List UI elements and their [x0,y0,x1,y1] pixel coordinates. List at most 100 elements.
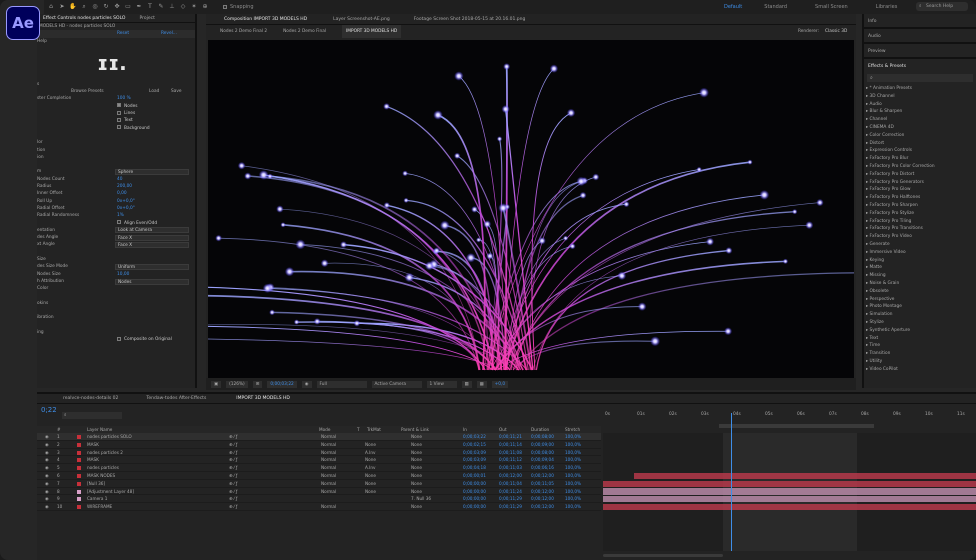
snapping-checkbox[interactable]: Snapping [223,4,254,10]
layer-trk[interactable]: None [365,488,376,496]
breadcrumb-3[interactable]: IMPORT 3D MODELS HD [342,25,402,38]
layer-parent[interactable]: None [411,449,422,457]
layer-trk[interactable]: None [365,472,376,480]
layer-row[interactable]: ◉ 3 nodes particles 2 Normal A.Inv None 0;00;0… [37,449,601,457]
revel-link[interactable]: Revel... [161,30,177,37]
effect-category[interactable]: ▸ FxFactory Pro Glow [864,186,976,194]
help-link[interactable]: Help [37,39,47,44]
param-dropdown[interactable]: Nodes [115,278,189,285]
layer-parent[interactable]: None [411,488,422,496]
visibility-eye-icon[interactable]: ◉ [45,441,49,449]
arrow-icon[interactable]: ➤ [58,3,66,11]
layer-track-bar[interactable] [603,480,976,487]
tab-timeline-1[interactable]: realvce-nodes-details 02 [63,394,118,403]
effect-category[interactable]: ▸ Stylize [864,319,976,327]
effect-category[interactable]: ▸ CINEMA 4D [864,124,976,132]
layer-parent[interactable]: None [411,472,422,480]
effect-category[interactable]: ▸ Perspective [864,296,976,304]
param-value[interactable]: 200,00 [117,183,132,190]
layer-parent[interactable]: None [411,433,422,441]
effect-category[interactable]: ▸ * Animation Presets [864,85,976,93]
layer-mode[interactable]: Normal [321,456,336,464]
checkbox-icon[interactable] [117,336,121,341]
layer-mode[interactable]: Normal [321,464,336,472]
brush-icon[interactable]: ✎ [157,3,165,11]
effect-category[interactable]: ▸ Keying [864,257,976,265]
param-dropdown[interactable]: Uniform [115,263,189,270]
layer-trk[interactable]: None [365,456,376,464]
pan-icon[interactable]: ✥ [113,3,121,11]
hand-icon[interactable]: ✋ [69,3,77,11]
timeline-search-input[interactable]: ⌕ [62,412,122,419]
label-color-swatch[interactable] [77,505,81,510]
layer-switches[interactable]: ⊕ ⁄ ƒ [229,433,237,441]
effect-category[interactable]: ▸ Noise & Grain [864,280,976,288]
layer-row[interactable]: ◉ 6 MASK NODES Normal None None 0;00;00;01 0;00… [37,472,601,480]
visibility-eye-icon[interactable]: ◉ [45,480,49,488]
column-header[interactable]: TrkMat [367,426,381,433]
column-header[interactable]: Out [499,426,507,433]
breadcrumb-1[interactable]: Nodes 2 Demo Final 2 [220,25,267,38]
layer-mode[interactable]: Normal [321,503,336,511]
param-checkbox[interactable]: Nodes [117,103,137,110]
param-checkbox[interactable]: Lines [117,110,135,117]
label-color-swatch[interactable] [77,474,81,478]
effect-category[interactable]: ▸ Photo Montage [864,303,976,311]
exposure-value[interactable]: +0,0 [491,380,509,388]
timecode[interactable]: 0;00;03;22 [267,380,297,388]
tab-composition[interactable]: Composition IMPORT 3D MODELS HD [224,14,307,24]
effect-category[interactable]: ▸ FxFactory Pro Distort [864,171,976,179]
param-value[interactable]: 40 [117,176,122,183]
visibility-eye-icon[interactable]: ◉ [45,472,49,480]
puppet-icon[interactable]: ✶ [190,3,198,11]
column-header[interactable]: Stretch [565,426,580,433]
layer-row[interactable]: ◉ 5 nodes particles Normal A.Inv None 0;00;04;… [37,464,601,472]
layer-switches[interactable]: ⊕ ⁄ ƒ [229,495,237,503]
param-checkbox[interactable]: Background [117,125,150,132]
effect-category[interactable]: ▸ Transition [864,350,976,358]
effect-category[interactable]: ▸ Expression Controls [864,147,976,155]
layer-mode[interactable]: Normal [321,480,336,488]
visibility-eye-icon[interactable]: ◉ [45,456,49,464]
layer-parent[interactable]: None [411,441,422,449]
effect-category[interactable]: ▸ FxFactory Pro Video [864,233,976,241]
layer-row[interactable]: ◉ 9 Camera 1 7. Null 36 0;00;00;00 0;00;11;29… [37,495,601,504]
visibility-eye-icon[interactable]: ◉ [45,464,49,472]
zoom-icon[interactable]: ⌕ [80,3,88,11]
eraser-icon[interactable]: ◇ [179,3,187,11]
layer-row[interactable]: ◉ 7 [Null 36] Normal None None 0;00;00;00 0;00;… [37,480,601,488]
effect-category[interactable]: ▸ Generate [864,241,976,249]
layer-trk[interactable]: None [365,441,376,449]
reset-link[interactable]: Reset [117,30,129,37]
visibility-eye-icon[interactable]: ◉ [45,503,49,511]
effect-category[interactable]: ▸ Video CoPilot [864,366,976,374]
composition-viewer[interactable] [208,40,854,378]
column-header[interactable]: Mode [319,426,330,433]
effect-category[interactable]: ▸ FxFactory Pro Halftones [864,194,976,202]
layer-row[interactable]: ◉ 4 MASK Normal None None 0;00;03;09 0;00;11;12… [37,456,601,465]
effect-category[interactable]: ▸ FxFactory Pro Color Correction [864,163,976,171]
effect-category[interactable]: ▸ FxFactory Pro Sharpen [864,202,976,210]
snapping-check-icon[interactable] [223,4,227,9]
column-header[interactable]: T [357,426,360,433]
effect-category[interactable]: ▸ Blur & Sharpen [864,108,976,116]
param-checkbox[interactable]: Align Even/Odd [117,220,157,227]
column-header[interactable]: In [463,426,467,433]
layer-parent[interactable]: None [411,503,422,511]
effect-category[interactable]: ▸ FxFactory Pro Stylize [864,210,976,218]
label-color-swatch[interactable] [77,442,81,447]
label-color-swatch[interactable] [77,497,81,502]
layer-row[interactable]: ◉ 1 nodes particles SOLO Normal None 0;00;03;… [37,433,601,441]
pen-icon[interactable]: ✒ [135,3,143,11]
effect-category[interactable]: ▸ Missing [864,272,976,280]
workspace-standard[interactable]: Standard [764,4,787,10]
label-color-swatch[interactable] [77,489,81,494]
label-color-swatch[interactable] [77,466,81,471]
effect-category[interactable]: ▸ Distort [864,140,976,148]
checkbox-icon[interactable] [117,110,121,115]
camera-dropdown[interactable]: Active Camera [371,380,422,388]
load-button[interactable]: Load [149,88,159,95]
layer-parent[interactable]: None [411,456,422,464]
effect-category[interactable]: ▸ FxFactory Pro Generators [864,179,976,187]
effect-category[interactable]: ▸ Utility [864,358,976,366]
